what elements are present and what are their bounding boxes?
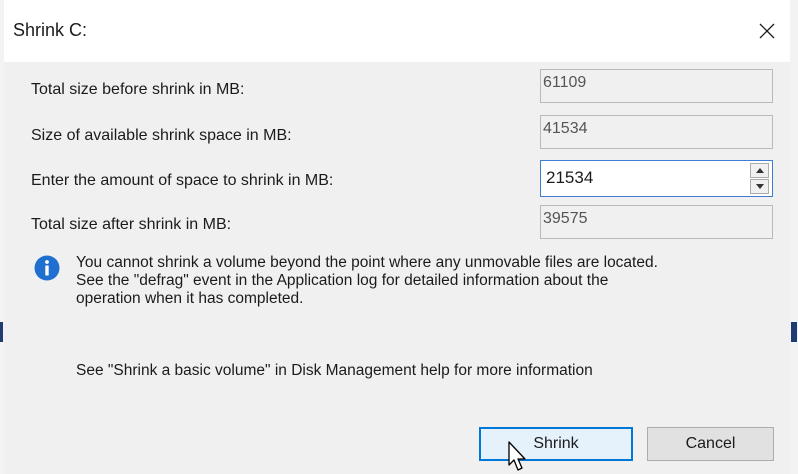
arrow-up-icon xyxy=(755,168,764,173)
help-text: See "Shrink a basic volume" in Disk Mana… xyxy=(76,362,593,379)
info-line-1: You cannot shrink a volume beyond the po… xyxy=(76,254,658,271)
background-window-accent-left xyxy=(0,322,3,342)
spin-down-button[interactable] xyxy=(750,179,769,194)
background-window-accent-right xyxy=(791,322,797,342)
arrow-down-icon xyxy=(755,184,764,189)
info-icon xyxy=(34,255,60,281)
total-after-label: Total size after shrink in MB: xyxy=(31,216,232,233)
total-after-value: 39575 xyxy=(540,205,773,239)
dialog-title: Shrink C: xyxy=(13,20,88,40)
cancel-button-label: Cancel xyxy=(685,435,736,452)
shrink-dialog: Shrink C: Total size before shrink in MB… xyxy=(4,0,790,474)
screen: Shrink C: Total size before shrink in MB… xyxy=(0,0,798,474)
total-before-value: 61109 xyxy=(540,69,773,103)
shrink-button[interactable]: Shrink xyxy=(479,427,633,461)
spin-up-button[interactable] xyxy=(750,163,769,178)
shrink-button-label: Shrink xyxy=(533,435,579,452)
shrink-amount-stepper[interactable]: 21534 xyxy=(540,160,773,197)
shrink-amount-input[interactable]: 21534 xyxy=(546,168,593,188)
info-message: You cannot shrink a volume beyond the po… xyxy=(76,254,776,308)
info-line-2: See the "defrag" event in the Applicatio… xyxy=(76,272,609,289)
title-bar: Shrink C: xyxy=(4,0,790,62)
available-shrink-label: Size of available shrink space in MB: xyxy=(31,127,292,144)
close-button[interactable] xyxy=(744,8,790,54)
close-icon xyxy=(759,23,775,39)
total-before-label: Total size before shrink in MB: xyxy=(31,81,245,98)
cancel-button[interactable]: Cancel xyxy=(647,427,774,461)
available-shrink-value: 41534 xyxy=(540,115,773,149)
info-line-3: operation when it has completed. xyxy=(76,290,304,307)
background-window-edge-right xyxy=(790,0,798,474)
shrink-amount-label: Enter the amount of space to shrink in M… xyxy=(31,172,334,189)
